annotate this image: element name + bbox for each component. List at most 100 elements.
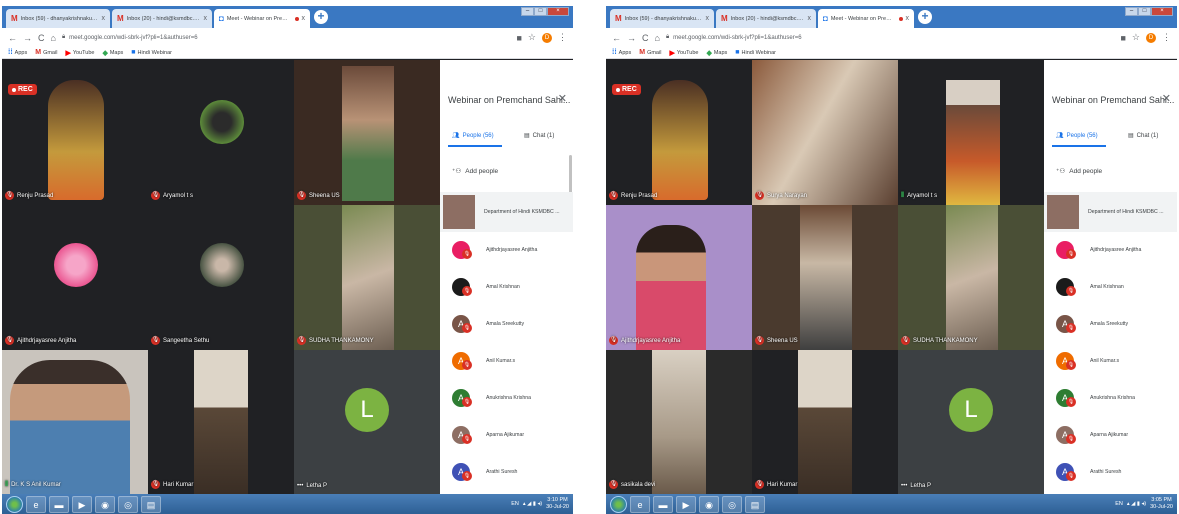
participant-list-item[interactable]: A 🎙︎ Aparna Ajikumar [440, 417, 568, 454]
language-indicator[interactable]: EN [1115, 501, 1123, 507]
chrome-icon[interactable]: ◉ [95, 495, 115, 513]
participant-list-item[interactable]: A 🎙︎ Anukrishna Krishna [1044, 380, 1172, 417]
bookmark-maps[interactable]: ◆ Maps [102, 49, 123, 57]
bookmark-apps[interactable]: ⁞⁞ Apps [612, 49, 631, 56]
bookmark-gmail[interactable]: M Gmail [639, 49, 661, 56]
video-tile[interactable]: 🎙︎ Sheena US [752, 205, 898, 350]
participant-list-item[interactable]: A 🎙︎ Amala Sreekutty [1044, 306, 1172, 343]
star-icon[interactable]: ☆ [528, 32, 536, 43]
tab-close-icon[interactable]: x [808, 15, 812, 22]
window-close-icon[interactable]: × [547, 7, 569, 16]
explorer-folder-icon[interactable]: ▬ [653, 495, 673, 513]
ie-icon[interactable]: e [630, 495, 650, 513]
new-tab-button[interactable]: + [314, 10, 328, 24]
participant-list-item[interactable]: 🎙︎ Amal Krishnan [1044, 269, 1172, 306]
app-icon[interactable]: ◎ [118, 495, 138, 513]
video-tile[interactable]: 🎙︎ Renju Prasad [606, 60, 752, 205]
minimize-icon[interactable]: – [521, 7, 534, 16]
video-tile[interactable]: 🎙︎ Sangeetha Sethu [148, 205, 294, 350]
windows-start-icon[interactable] [6, 495, 23, 513]
bookmark-apps[interactable]: ⁞⁞ Apps [8, 49, 27, 56]
participant-list-item[interactable]: A 🎙︎ Amala Sreekutty [440, 306, 568, 343]
bookmark-gmail[interactable]: M Gmail [35, 49, 57, 56]
tab-chat[interactable]: ▤ Chat (1) [524, 132, 554, 140]
maximize-icon[interactable]: □ [534, 7, 547, 16]
close-icon[interactable]: ✕ [558, 92, 567, 105]
profile-avatar[interactable]: D [542, 32, 552, 43]
forward-icon[interactable]: → [627, 33, 636, 43]
tab-chat[interactable]: ▤ Chat (1) [1128, 132, 1158, 140]
media-player-icon[interactable]: ▶ [676, 495, 696, 513]
ie-icon[interactable]: e [26, 495, 46, 513]
camera-icon[interactable]: ■ [516, 33, 521, 43]
new-tab-button[interactable]: + [918, 10, 932, 24]
minimize-icon[interactable]: – [1125, 7, 1138, 16]
forward-icon[interactable]: → [23, 33, 32, 43]
maximize-icon[interactable]: □ [1138, 7, 1151, 16]
participant-list-item[interactable]: A 🎙︎ Aparna Ajikumar [1044, 417, 1172, 454]
presenter-row[interactable]: Department of Hindi KSMDBC ... [440, 192, 573, 232]
home-icon[interactable]: ⌂ [51, 33, 56, 43]
tab-gmail-inbox-1[interactable]: M Inbox (59) - dhanyakrishnakumar x [610, 9, 714, 28]
url-field[interactable]: 🔒︎ meet.google.com/wdi-sbrk-jvf?pli=1&au… [666, 34, 1115, 41]
participant-list-item[interactable]: A 🎙︎ Anil Kumar.s [440, 343, 568, 380]
participant-list-item[interactable]: 🎙︎ Ajithdrjayasree Anjitha [440, 232, 568, 269]
participant-list-item[interactable]: A 🎙︎ Anukrishna Krishna [440, 380, 568, 417]
document-icon[interactable]: ▤ [141, 495, 161, 513]
windows-start-icon[interactable] [610, 495, 627, 513]
video-tile[interactable]: ⦀ Aryamol t s [898, 60, 1044, 205]
tab-close-icon[interactable]: x [906, 15, 910, 22]
video-tile[interactable]: 🎙︎ sasikala devi [606, 350, 752, 494]
video-tile[interactable]: 🎙︎ Hari Kumar [148, 350, 294, 494]
participant-list-item[interactable]: 🎙︎ Amal Krishnan [440, 269, 568, 306]
bookmark-youtube[interactable]: ▶ YouTube [669, 49, 698, 57]
menu-icon[interactable]: ⋮ [558, 32, 567, 43]
video-tile[interactable]: 🎙︎ Renju Prasad [2, 60, 148, 205]
language-indicator[interactable]: EN [511, 501, 519, 507]
camera-icon[interactable]: ■ [1120, 33, 1125, 43]
clock[interactable]: 3:05 PM 30-Jul-20 [1150, 497, 1173, 511]
profile-avatar[interactable]: D [1146, 32, 1156, 43]
media-player-icon[interactable]: ▶ [72, 495, 92, 513]
star-icon[interactable]: ☆ [1132, 32, 1140, 43]
participant-list-item[interactable]: A 🎙︎ Arathi Suresh [440, 454, 568, 491]
reload-icon[interactable]: C [642, 33, 649, 43]
document-icon[interactable]: ▤ [745, 495, 765, 513]
video-tile[interactable]: 🎙︎ Aryamol t s [148, 60, 294, 205]
tab-meet[interactable]: ◘ Meet - Webinar on Premcha x [818, 9, 914, 28]
clock[interactable]: 3:10 PM 30-Jul-20 [546, 497, 569, 511]
video-tile[interactable]: 🎙︎ Surya Narayan [752, 60, 898, 205]
back-icon[interactable]: ← [612, 33, 621, 43]
video-tile[interactable]: 🎙︎ Hari Kumar [752, 350, 898, 494]
participant-list-item[interactable]: 🎙︎ Ajithdrjayasree Anjitha [1044, 232, 1172, 269]
bookmark-hindi-webinar[interactable]: ■ Hindi Webinar [131, 49, 172, 56]
tray-icons[interactable]: ▴ ◢ ▮ ◂) [523, 501, 542, 507]
tab-close-icon[interactable]: x [302, 15, 306, 22]
bookmark-youtube[interactable]: ▶ YouTube [65, 49, 94, 57]
bookmark-maps[interactable]: ◆ Maps [706, 49, 727, 57]
tab-close-icon[interactable]: x [204, 15, 208, 22]
add-people-button[interactable]: ⁺⚇ Add people [1056, 167, 1102, 176]
home-icon[interactable]: ⌂ [655, 33, 660, 43]
tab-close-icon[interactable]: x [706, 15, 710, 22]
video-tile[interactable]: L ••• Letha P [898, 350, 1044, 494]
url-field[interactable]: 🔒︎ meet.google.com/wdi-sbrk-jvf?pli=1&au… [62, 34, 511, 41]
window-close-icon[interactable]: × [1151, 7, 1173, 16]
tab-people[interactable]: 👥︎ People (56) [1056, 132, 1098, 140]
participant-list-item[interactable]: A 🎙︎ Anil Kumar.s [1044, 343, 1172, 380]
tab-gmail-inbox-1[interactable]: M Inbox (59) - dhanyakrishnakumar x [6, 9, 110, 28]
video-tile[interactable]: 🎙︎ Sheena US [294, 60, 440, 205]
tab-people[interactable]: 👥︎ People (56) [452, 132, 494, 140]
add-people-button[interactable]: ⁺⚇ Add people [452, 167, 498, 176]
chrome-icon[interactable]: ◉ [699, 495, 719, 513]
back-icon[interactable]: ← [8, 33, 17, 43]
video-tile[interactable]: 🎙︎ SUDHA THANKAMONY [898, 205, 1044, 350]
app-icon[interactable]: ◎ [722, 495, 742, 513]
presenter-row[interactable]: Department of Hindi KSMDBC ... [1044, 192, 1177, 232]
video-tile[interactable]: 🎙︎ SUDHA THANKAMONY [294, 205, 440, 350]
video-tile[interactable]: L ••• Letha P [294, 350, 440, 494]
reload-icon[interactable]: C [38, 33, 45, 43]
video-tile[interactable]: 🎙︎ Ajithdrjayasree Anjitha [2, 205, 148, 350]
explorer-folder-icon[interactable]: ▬ [49, 495, 69, 513]
bookmark-hindi-webinar[interactable]: ■ Hindi Webinar [735, 49, 776, 56]
